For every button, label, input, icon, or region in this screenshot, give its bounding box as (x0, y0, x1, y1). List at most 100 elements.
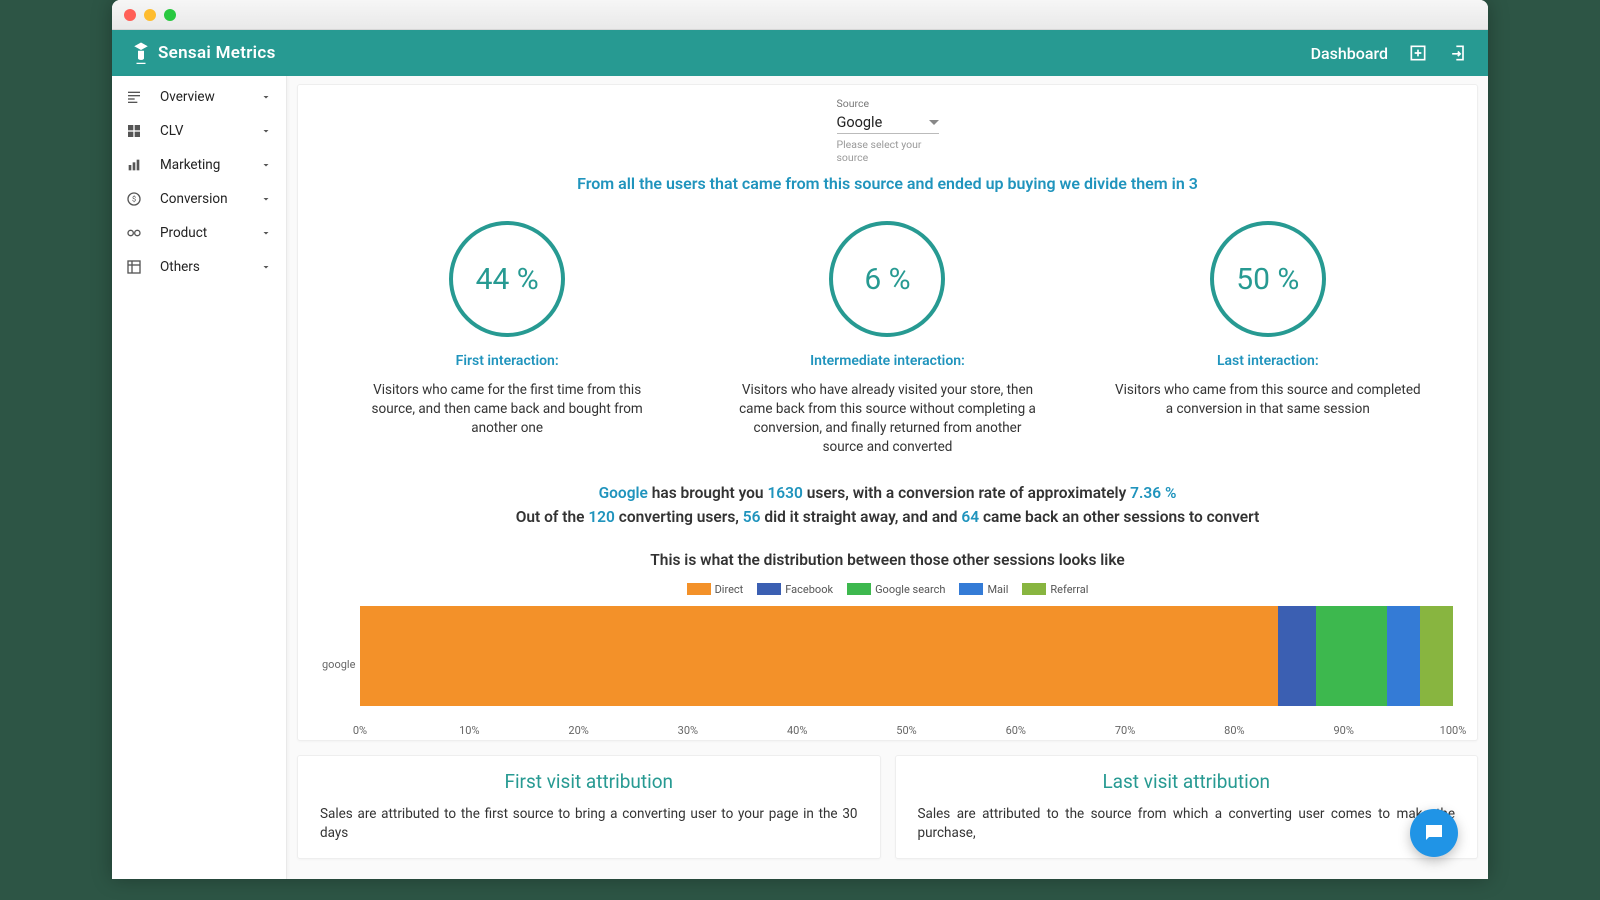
legend-item[interactable]: Facebook (757, 583, 833, 596)
card-title: First visit attribution (320, 770, 858, 793)
sidebar-item-conversion[interactable]: $ Conversion (112, 182, 286, 216)
add-widget-icon[interactable] (1408, 43, 1428, 63)
metric-title: Last interaction: (1217, 353, 1319, 369)
chevron-down-icon (260, 261, 272, 273)
chevron-down-icon (260, 193, 272, 205)
legend-swatch-icon (1022, 583, 1046, 595)
metric-value: 6 % (864, 262, 910, 297)
x-tick-label: 0% (353, 724, 367, 737)
app-header: Sensai Metrics Dashboard (112, 30, 1488, 76)
sidebar-item-label: CLV (160, 123, 184, 139)
marketing-icon (126, 157, 142, 173)
metrics-row: 44 % First interaction: Visitors who cam… (322, 221, 1453, 457)
bar-segment (1420, 606, 1453, 706)
last-visit-attribution-card: Last visit attribution Sales are attribu… (895, 755, 1479, 859)
metric-desc: Visitors who have already visited your s… (732, 381, 1042, 457)
sidebar-item-label: Marketing (160, 157, 220, 173)
source-help-text: Please select your source (837, 138, 939, 164)
chat-icon (1422, 821, 1446, 845)
sidebar-item-product[interactable]: Product (112, 216, 286, 250)
legend-item[interactable]: Mail (959, 583, 1008, 596)
intro-text: From all the users that came from this s… (322, 174, 1453, 193)
main-content: Source Google Please select your source … (287, 76, 1488, 879)
conversion-icon: $ (126, 191, 142, 207)
sidebar-item-others[interactable]: Others (112, 250, 286, 284)
legend-swatch-icon (847, 583, 871, 595)
distribution-subhead: This is what the distribution between th… (322, 551, 1453, 569)
legend-swatch-icon (959, 583, 983, 595)
card-title: Last visit attribution (918, 770, 1456, 793)
sidebar-item-label: Overview (160, 89, 215, 105)
card-body: Sales are attributed to the source from … (918, 805, 1456, 844)
x-tick-label: 10% (459, 724, 479, 737)
sidebar-item-clv[interactable]: CLV (112, 114, 286, 148)
metric-value: 44 % (476, 262, 539, 297)
summary-converting: 120 (588, 508, 615, 526)
x-tick-label: 100% (1440, 724, 1467, 737)
bar-segment (360, 606, 1278, 706)
others-icon (126, 259, 142, 275)
card-body: Sales are attributed to the first source… (320, 805, 858, 844)
x-tick-label: 20% (568, 724, 588, 737)
window-close-icon[interactable] (124, 9, 136, 21)
legend-label: Direct (715, 583, 744, 596)
metric-last-interaction: 50 % Last interaction: Visitors who came… (1083, 221, 1453, 457)
svg-text:$: $ (132, 195, 136, 204)
sidebar-item-label: Product (160, 225, 207, 241)
distribution-chart: DirectFacebookGoogle searchMailReferral … (322, 583, 1453, 724)
window-maximize-icon[interactable] (164, 9, 176, 21)
metric-desc: Visitors who came from this source and c… (1113, 381, 1423, 419)
product-icon (126, 225, 142, 241)
summary-rate: 7.36 % (1130, 484, 1176, 502)
legend-label: Mail (987, 583, 1008, 596)
x-tick-label: 40% (787, 724, 807, 737)
bar-segment (1316, 606, 1387, 706)
legend-item[interactable]: Referral (1022, 583, 1088, 596)
summary-cameback: 64 (961, 508, 979, 526)
chat-button[interactable] (1410, 809, 1458, 857)
metric-desc: Visitors who came for the first time fro… (352, 381, 662, 438)
logout-icon[interactable] (1448, 43, 1468, 63)
sidebar: Overview CLV Marketing $ Conversion Produ… (112, 76, 287, 879)
chevron-down-icon (260, 91, 272, 103)
summary-straight: 56 (743, 508, 761, 526)
overview-icon (126, 89, 142, 105)
metric-value: 50 % (1236, 262, 1299, 297)
legend-label: Google search (875, 583, 945, 596)
x-tick-label: 30% (678, 724, 698, 737)
brand-name: Sensai Metrics (158, 43, 276, 63)
legend-swatch-icon (757, 583, 781, 595)
summary-text: Google has brought you 1630 users, with … (322, 481, 1453, 529)
source-selected-value: Google (837, 114, 883, 131)
chevron-down-icon (260, 125, 272, 137)
dropdown-arrow-icon (929, 120, 939, 125)
summary-source: Google (599, 484, 648, 502)
window-titlebar (112, 0, 1488, 30)
metric-title: First interaction: (456, 353, 559, 369)
sidebar-item-marketing[interactable]: Marketing (112, 148, 286, 182)
x-tick-label: 90% (1333, 724, 1353, 737)
x-tick-label: 60% (1006, 724, 1026, 737)
metric-title: Intermediate interaction: (810, 353, 965, 369)
x-tick-label: 70% (1115, 724, 1135, 737)
bar-segment (1387, 606, 1420, 706)
legend-label: Referral (1050, 583, 1088, 596)
first-visit-attribution-card: First visit attribution Sales are attrib… (297, 755, 881, 859)
legend-item[interactable]: Direct (687, 583, 744, 596)
bar-segment (1278, 606, 1316, 706)
legend-label: Facebook (785, 583, 833, 596)
chevron-down-icon (260, 227, 272, 239)
metric-intermediate-interaction: 6 % Intermediate interaction: Visitors w… (702, 221, 1072, 457)
sidebar-item-overview[interactable]: Overview (112, 80, 286, 114)
x-tick-label: 50% (896, 724, 916, 737)
source-field-label: Source (837, 97, 870, 110)
legend-item[interactable]: Google search (847, 583, 945, 596)
dashboard-link[interactable]: Dashboard (1311, 44, 1388, 63)
summary-users: 1630 (767, 484, 802, 502)
sidebar-item-label: Conversion (160, 191, 228, 207)
metric-first-interaction: 44 % First interaction: Visitors who cam… (322, 221, 692, 457)
legend-swatch-icon (687, 583, 711, 595)
window-minimize-icon[interactable] (144, 9, 156, 21)
source-select[interactable]: Google (837, 110, 939, 134)
brand-logo[interactable]: Sensai Metrics (132, 42, 276, 64)
